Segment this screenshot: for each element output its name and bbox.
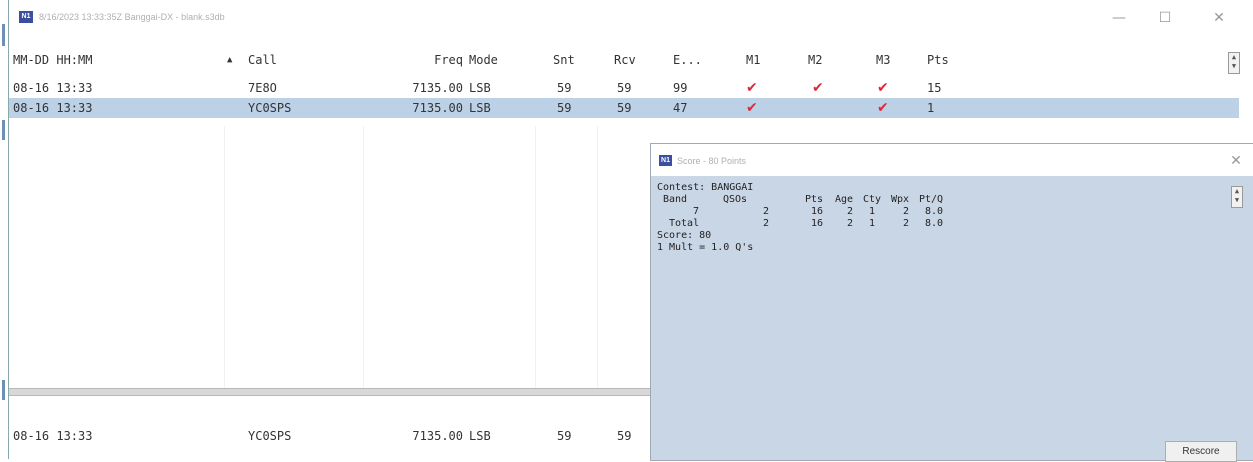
maximize-button[interactable]: ☐ <box>1145 6 1185 30</box>
score-row: 7 2 16 2 1 2 8.0 <box>657 206 943 218</box>
score-title-bar[interactable]: N1 Score - 80 Points ✕ <box>651 144 1253 176</box>
col-header-mode[interactable]: Mode <box>469 50 498 70</box>
qsos-value: 2 <box>763 206 770 217</box>
band-value: Total <box>669 218 700 229</box>
cell-freq: 7135.00 <box>412 81 463 95</box>
column-divider <box>363 126 364 388</box>
col-header-m3[interactable]: M3 <box>876 50 890 70</box>
cell-call: YC0SPS <box>248 101 292 115</box>
cell-exch: 47 <box>673 101 688 115</box>
band-value: 7 <box>693 206 700 217</box>
cell-snt: 59 <box>557 429 572 443</box>
log-column-header: MM-DD HH:MM ▲ Call Freq Mode Snt Rcv E..… <box>9 50 1239 70</box>
score-total-row: Total 2 16 2 1 2 8.0 <box>657 218 943 230</box>
spin-down-icon[interactable]: ▼ <box>1229 62 1239 71</box>
hdr-age: Age <box>835 194 854 205</box>
cell-datetime: 08-16 13:33 <box>13 429 93 443</box>
score-close-button[interactable]: ✕ <box>1224 150 1248 172</box>
hdr-pts: Pts <box>805 194 824 205</box>
column-divider <box>597 126 598 388</box>
ptq-value: 8.0 <box>925 206 944 217</box>
close-button[interactable]: ✕ <box>1199 6 1239 30</box>
title-bar[interactable]: N1 8/16/2023 13:33:35Z Banggai-DX - blan… <box>9 0 1253 34</box>
cell-pts: 15 <box>927 81 942 95</box>
age-value: 2 <box>847 206 854 217</box>
sort-ascending-icon: ▲ <box>227 55 233 65</box>
pts-value: 16 <box>811 206 824 217</box>
table-row-selected[interactable]: 08-16 13:33 YC0SPS 7135.00 LSB 59 59 47 … <box>9 98 1239 118</box>
cell-freq: 7135.00 <box>412 429 463 443</box>
minimize-button[interactable]: — <box>1099 6 1139 30</box>
col-header-snt[interactable]: Snt <box>553 50 575 70</box>
col-header-freq[interactable]: Freq <box>389 50 463 70</box>
score-summary: Contest: BANGGAI Band QSOs Pts Age Cty W… <box>657 182 943 254</box>
pts-value: 16 <box>811 218 824 229</box>
wpx-value: 2 <box>903 206 910 217</box>
cell-snt: 59 <box>557 81 572 95</box>
col-header-pts[interactable]: Pts <box>927 50 949 70</box>
qsos-value: 2 <box>763 218 770 229</box>
cell-rcv: 59 <box>617 429 632 443</box>
edge-mark <box>2 24 5 46</box>
hdr-wpx: Wpx <box>891 194 910 205</box>
cell-mode: LSB <box>469 81 491 95</box>
cell-snt: 59 <box>557 101 572 115</box>
column-divider <box>535 126 536 388</box>
cell-rcv: 59 <box>617 101 632 115</box>
ptq-value: 8.0 <box>925 218 944 229</box>
cell-rcv: 59 <box>617 81 632 95</box>
cell-exch: 99 <box>673 81 688 95</box>
col-header-m2[interactable]: M2 <box>808 50 822 70</box>
score-scroll-spinner[interactable]: ▲ ▼ <box>1231 186 1243 208</box>
column-divider <box>224 126 225 388</box>
background-window-edge <box>0 0 8 459</box>
m1-check-icon: ✔ <box>746 100 758 116</box>
score-window-title: Score - 80 Points <box>677 156 747 166</box>
n1mm-logo-icon: N1 <box>19 11 33 23</box>
cell-datetime: 08-16 13:33 <box>13 101 93 115</box>
hdr-ptq: Pt/Q <box>919 194 944 205</box>
cell-freq: 7135.00 <box>412 101 463 115</box>
col-header-exch[interactable]: E... <box>673 50 702 70</box>
cell-mode: LSB <box>469 101 491 115</box>
edge-mark <box>2 120 5 140</box>
scroll-spinner[interactable]: ▲ ▼ <box>1228 52 1240 74</box>
col-header-call[interactable]: Call <box>248 50 277 70</box>
col-header-rcv[interactable]: Rcv <box>614 50 636 70</box>
age-value: 2 <box>847 218 854 229</box>
m2-check-icon: ✔ <box>812 80 824 96</box>
score-window: N1 Score - 80 Points ✕ Contest: BANGGAI … <box>650 143 1253 462</box>
cell-call: 7E8O <box>248 81 277 95</box>
score-header-row: Band QSOs Pts Age Cty Wpx Pt/Q <box>657 194 943 206</box>
cell-mode: LSB <box>469 429 491 443</box>
spin-down-icon[interactable]: ▼ <box>1232 196 1242 205</box>
col-header-datetime[interactable]: MM-DD HH:MM <box>13 50 92 70</box>
cell-pts: 1 <box>927 101 935 115</box>
mult-line: 1 Mult = 1.0 Q's <box>657 242 754 253</box>
edge-mark <box>2 380 5 400</box>
window-title: 8/16/2023 13:33:35Z Banggai-DX - blank.s… <box>39 12 225 22</box>
hdr-qsos: QSOs <box>723 194 748 205</box>
hdr-cty: Cty <box>863 194 882 205</box>
hdr-band: Band <box>663 194 688 205</box>
wpx-value: 2 <box>903 218 910 229</box>
col-header-m1[interactable]: M1 <box>746 50 760 70</box>
cell-datetime: 08-16 13:33 <box>13 81 93 95</box>
contest-line: Contest: BANGGAI <box>657 182 754 193</box>
cty-value: 1 <box>869 218 876 229</box>
score-line: Score: 80 <box>657 230 712 241</box>
m1-check-icon: ✔ <box>746 80 758 96</box>
table-row[interactable]: 08-16 13:33 7E8O 7135.00 LSB 59 59 99 ✔ … <box>9 78 1239 98</box>
spin-up-icon[interactable]: ▲ <box>1229 53 1239 62</box>
spin-up-icon[interactable]: ▲ <box>1232 187 1242 196</box>
cell-call: YC0SPS <box>248 429 292 443</box>
m3-check-icon: ✔ <box>877 80 889 96</box>
cty-value: 1 <box>869 206 876 217</box>
bottom-log-row[interactable]: 08-16 13:33 YC0SPS 7135.00 LSB 59 59 <box>9 426 649 446</box>
m3-check-icon: ✔ <box>877 100 889 116</box>
n1mm-logo-icon: N1 <box>659 155 672 166</box>
